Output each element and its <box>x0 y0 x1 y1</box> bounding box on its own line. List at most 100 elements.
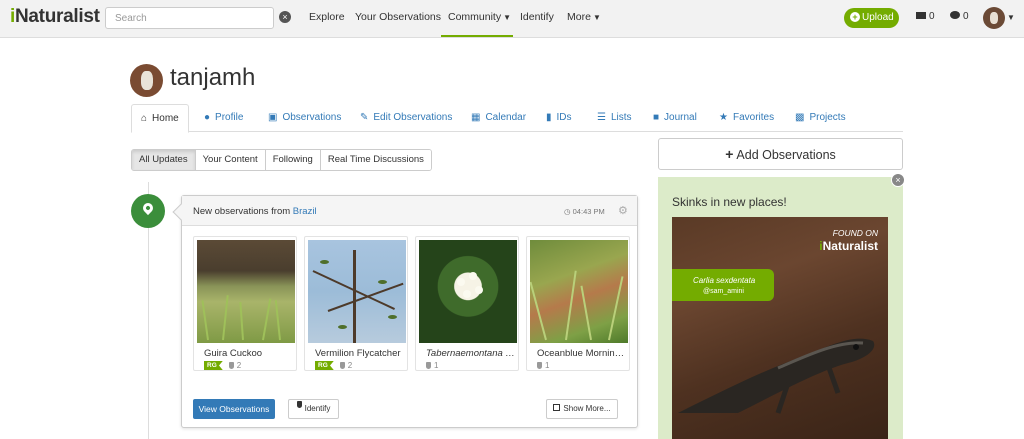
id-shield-icon <box>426 362 431 369</box>
promo-panel: Skinks in new places! FOUND ON iNaturalis… <box>658 177 903 439</box>
briefcase-icon: ▩ <box>795 112 805 123</box>
id-shield-icon <box>537 362 542 369</box>
binoculars-icon: ▣ <box>268 112 278 123</box>
tab-journal[interactable]: ■ Journal <box>653 104 697 132</box>
plus-icon: + <box>725 146 734 162</box>
tab-calendar[interactable]: ▦ Calendar <box>471 104 526 132</box>
logo-text: Naturalist <box>14 6 100 27</box>
feed-item-header: New observations from Brazil ◷ 04:43 PM … <box>182 196 637 226</box>
nav-more[interactable]: More ▼ <box>567 11 601 23</box>
observation-card[interactable]: Vermilion Flycatcher RG 2 <box>304 236 408 371</box>
tab-observations-label: Observations <box>282 112 342 123</box>
chevron-down-icon[interactable]: ▼ <box>1007 13 1015 22</box>
tab-observations[interactable]: ▣ Observations <box>268 104 341 132</box>
feed-place-link[interactable]: Brazil <box>293 206 317 217</box>
observation-meta: 1 <box>426 361 438 371</box>
close-icon[interactable]: × <box>891 173 905 187</box>
feed-item-card: New observations from Brazil ◷ 04:43 PM … <box>172 195 638 428</box>
nav-more-label: More <box>567 11 591 23</box>
profile-username: tanjamh <box>170 64 256 91</box>
calendar-icon: ▦ <box>471 112 481 123</box>
nav-community-label: Community <box>448 11 502 23</box>
observation-meta: 1 <box>537 361 549 371</box>
profile-avatar <box>130 64 163 97</box>
envelope-icon <box>916 11 926 19</box>
upload-button[interactable]: + Upload <box>844 8 899 28</box>
timeline-marker <box>131 194 165 228</box>
feed-filter-group: All Updates Your Content Following Real … <box>131 149 432 171</box>
filter-your-content[interactable]: Your Content <box>195 150 266 170</box>
nav-community[interactable]: Community ▼ <box>448 11 511 23</box>
messages-counter[interactable]: 0 <box>916 11 935 22</box>
profile-tabs: ⌂ Home ● Profile ▣ Observations ✎ Edit Obser… <box>131 104 903 133</box>
filter-real-time-discussions[interactable]: Real Time Discussions <box>320 150 431 170</box>
home-icon: ⌂ <box>141 113 148 124</box>
chat-bubble-icon <box>950 11 960 20</box>
add-observations-label: Add Observations <box>736 148 836 162</box>
observation-photo <box>419 240 517 343</box>
add-observations-button[interactable]: + Add Observations <box>658 138 903 170</box>
species-name: Carlia sexdentata <box>693 276 756 285</box>
feed-title-prefix: New observations from <box>193 206 291 217</box>
filter-following[interactable]: Following <box>265 150 321 170</box>
identify-label: Identify <box>304 404 331 413</box>
plus-circle-icon: + <box>850 12 860 22</box>
tab-favorites-label: Favorites <box>732 112 775 123</box>
observation-card[interactable]: Oceanblue Morning ... 1 <box>526 236 630 371</box>
observation-card[interactable]: Tabernaemontana cat... 1 <box>415 236 519 371</box>
identify-button[interactable]: Identify <box>288 399 339 419</box>
promo-image[interactable]: FOUND ON iNaturalist Carlia sexdentata @s… <box>672 217 888 439</box>
nav-identify[interactable]: Identify <box>520 11 554 23</box>
tab-edit-observations[interactable]: ✎ Edit Observations <box>360 104 452 132</box>
id-shield-icon <box>228 362 234 369</box>
show-more-button[interactable]: Show More... <box>546 399 618 419</box>
expand-icon <box>553 404 561 412</box>
notifications-counter[interactable]: 0 <box>950 11 969 22</box>
observation-photo <box>197 240 295 343</box>
promo-title: Skinks in new places! <box>672 195 787 209</box>
gear-icon[interactable]: ⚙ <box>618 204 628 217</box>
nav-your-observations[interactable]: Your Observations <box>355 11 441 23</box>
species-tag: Carlia sexdentata @sam_amini <box>672 269 774 301</box>
tab-favorites[interactable]: ★ Favorites <box>719 104 774 132</box>
feed-time-text: 04:43 PM <box>572 207 605 216</box>
tab-projects-label: Projects <box>809 112 846 123</box>
messages-count: 0 <box>929 11 935 22</box>
tab-lists[interactable]: ☰ Lists <box>597 104 632 132</box>
tab-home-label: Home <box>152 113 179 124</box>
tab-projects[interactable]: ▩ Projects <box>795 104 846 132</box>
filter-all-updates[interactable]: All Updates <box>132 150 196 170</box>
observation-name: Oceanblue Morning ... <box>537 348 629 359</box>
feed-item-title: New observations from Brazil <box>193 206 317 217</box>
tab-profile[interactable]: ● Profile <box>204 104 243 132</box>
feed-item-time: ◷ 04:43 PM <box>564 207 605 216</box>
found-on-label: FOUND ON iNaturalist <box>819 228 878 253</box>
tab-lists-label: Lists <box>610 112 632 123</box>
id-count: 1 <box>434 361 439 370</box>
book-icon: ■ <box>653 112 660 123</box>
tab-profile-label: Profile <box>215 112 244 123</box>
found-on-text: FOUND ON <box>832 228 878 238</box>
map-pin-icon <box>140 200 156 216</box>
user-avatar[interactable] <box>983 7 1005 29</box>
observation-card[interactable]: Guira Cuckoo RG 2 <box>193 236 297 371</box>
promo-brand-text: Naturalist <box>822 239 878 253</box>
id-count: 1 <box>545 361 550 370</box>
skink-illustration <box>678 338 875 414</box>
research-grade-badge: RG <box>315 361 334 370</box>
tab-edit-observations-label: Edit Observations <box>373 112 453 123</box>
shield-icon <box>296 401 302 408</box>
tab-home[interactable]: ⌂ Home <box>131 104 189 133</box>
observation-name: Vermilion Flycatcher <box>315 348 401 359</box>
pencil-icon: ✎ <box>360 112 369 123</box>
search-input[interactable] <box>105 7 274 29</box>
inaturalist-logo[interactable]: iNaturalist <box>10 6 100 28</box>
top-nav-bar: iNaturalist × Explore Your Observations … <box>0 0 1024 38</box>
view-observations-button[interactable]: View Observations <box>193 399 275 419</box>
search-clear-icon[interactable]: × <box>279 11 291 23</box>
observation-photo <box>530 240 628 343</box>
tab-ids[interactable]: ▮ IDs <box>546 104 572 132</box>
observation-meta: RG 2 <box>204 361 241 371</box>
observer-handle: @sam_amini <box>703 288 744 295</box>
nav-explore[interactable]: Explore <box>309 11 345 23</box>
